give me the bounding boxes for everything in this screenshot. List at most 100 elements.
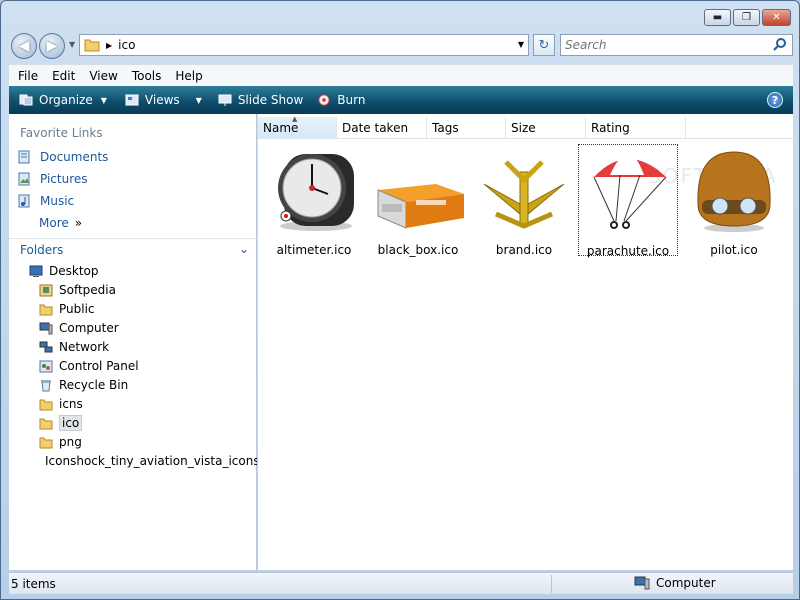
control-panel-icon [39,360,53,372]
column-size[interactable]: Size [506,117,586,139]
views-label: Views [144,93,180,107]
folders-header[interactable]: Folders ⌄ [9,238,257,260]
burn-label: Burn [337,93,366,107]
altimeter-icon [278,154,354,231]
more-links[interactable]: More » [39,216,82,230]
back-button[interactable]: ◀ [11,33,37,59]
file-name: brand.ico [495,243,553,257]
favorite-music[interactable]: Music [17,194,74,208]
tree-item-label: Recycle Bin [59,378,129,392]
breadcrumb-separator-icon[interactable]: ▶ [106,41,112,50]
more-links-label: More [39,216,69,230]
minimize-button[interactable]: ▬ [704,9,731,26]
menu-tools[interactable]: Tools [132,69,170,83]
chevron-down-icon: ▼ [100,95,107,105]
tree-item-recycle-bin[interactable]: Recycle Bin [39,376,128,394]
parachute-icon [593,154,667,229]
file-name: pilot.ico [710,243,758,257]
breadcrumb-ico[interactable]: ico [118,38,135,52]
slideshow-label: Slide Show [237,93,304,107]
menu-help[interactable]: Help [175,69,210,83]
computer-icon [634,576,650,590]
search-input[interactable] [561,38,761,52]
tree-item-icns[interactable]: icns [39,395,83,413]
folder-icon [39,399,53,410]
tree-item-zip[interactable]: Iconshock_tiny_aviation_vista_icons.z [39,452,257,470]
file-item-pilot[interactable]: pilot.ico [684,144,784,257]
folder-icon [84,39,100,52]
item-count: 5 items [11,576,56,591]
tree-item-label: Public [59,302,95,316]
refresh-button[interactable]: ↻ [533,34,555,56]
burn-button[interactable]: Burn [317,93,365,107]
recycle-bin-icon [41,379,51,391]
tree-item-png[interactable]: png [39,433,82,451]
explorer-window: ▬ ❐ ✕ ◀ ▶ ▼ ▶ ico ▼ ↻ File Edit View Too… [0,0,800,600]
file-list-pane: ▲ Name Date taken Tags Size Rating SOFTP… [258,114,793,570]
navigation-pane: Favorite Links Documents Pictures Music … [9,114,257,570]
help-button[interactable]: ? [767,92,783,108]
address-dropdown-icon[interactable]: ▼ [518,40,524,49]
column-size-label: Size [511,121,536,135]
favorite-documents-label: Documents [40,150,109,164]
tree-item-label: Computer [59,321,119,335]
column-date-taken[interactable]: Date taken [337,117,427,139]
status-bar: 5 items Computer [9,572,793,594]
file-name: parachute.ico [586,244,670,258]
favorite-pictures[interactable]: Pictures [17,172,88,186]
tree-item-softpedia[interactable]: Softpedia [39,281,116,299]
tree-item-label: Network [59,340,110,354]
slideshow-button[interactable]: Slide Show [218,93,303,107]
tree-item-control-panel[interactable]: Control Panel [39,357,139,375]
close-button[interactable]: ✕ [762,9,791,26]
views-button[interactable]: Views ▼ [125,93,202,107]
organize-label: Organize [39,93,93,107]
folder-icon [39,304,53,315]
file-name: altimeter.ico [276,243,352,257]
user-folder-icon [39,284,53,296]
column-rating-label: Rating [591,121,630,135]
column-rating[interactable]: Rating [586,117,686,139]
music-icon [18,194,30,208]
desktop-icon [29,265,43,277]
column-name[interactable]: ▲ Name [258,115,337,139]
file-item-brand[interactable]: brand.ico [474,144,574,257]
folder-icon [39,437,53,448]
recent-pages-dropdown-icon[interactable]: ▼ [69,40,75,49]
views-icon [125,94,139,106]
address-bar[interactable]: ▶ ico ▼ [79,34,529,56]
search-icon[interactable] [773,37,787,51]
address-row: ◀ ▶ ▼ ▶ ico ▼ ↻ [9,31,793,61]
file-item-altimeter[interactable]: altimeter.ico [264,144,364,257]
forward-button[interactable]: ▶ [39,33,65,59]
favorite-pictures-label: Pictures [40,172,88,186]
status-location-label: Computer [656,576,716,590]
tree-item-network[interactable]: Network [39,338,109,356]
tree-item-desktop[interactable]: Desktop [29,262,99,280]
menu-file[interactable]: File [18,69,46,83]
column-name-label: Name [263,121,299,135]
file-item-black-box[interactable]: black_box.ico [368,144,468,257]
status-divider [551,575,552,593]
file-item-parachute[interactable]: parachute.ico [578,144,678,258]
maximize-button[interactable]: ❐ [733,9,760,26]
status-location: Computer [634,576,716,590]
menu-view[interactable]: View [89,69,125,83]
column-tags[interactable]: Tags [427,117,506,139]
tree-item-computer[interactable]: Computer [39,319,119,337]
tree-item-label: Desktop [49,264,99,278]
tree-item-ico[interactable]: ico [39,414,83,432]
window-controls: ▬ ❐ ✕ [704,9,791,26]
chevron-down-icon: ▼ [195,95,202,105]
tree-item-public[interactable]: Public [39,300,95,318]
search-box [560,34,793,56]
favorite-documents[interactable]: Documents [17,150,108,164]
chevron-down-icon[interactable]: ⌄ [239,242,249,256]
column-tags-label: Tags [432,121,459,135]
menu-edit[interactable]: Edit [52,69,83,83]
favorite-links-heading: Favorite Links [20,126,103,140]
column-headers: ▲ Name Date taken Tags Size Rating [258,115,793,139]
tree-item-label: icns [59,397,83,411]
organize-button[interactable]: Organize ▼ [19,93,107,107]
folders-heading: Folders [20,242,64,257]
